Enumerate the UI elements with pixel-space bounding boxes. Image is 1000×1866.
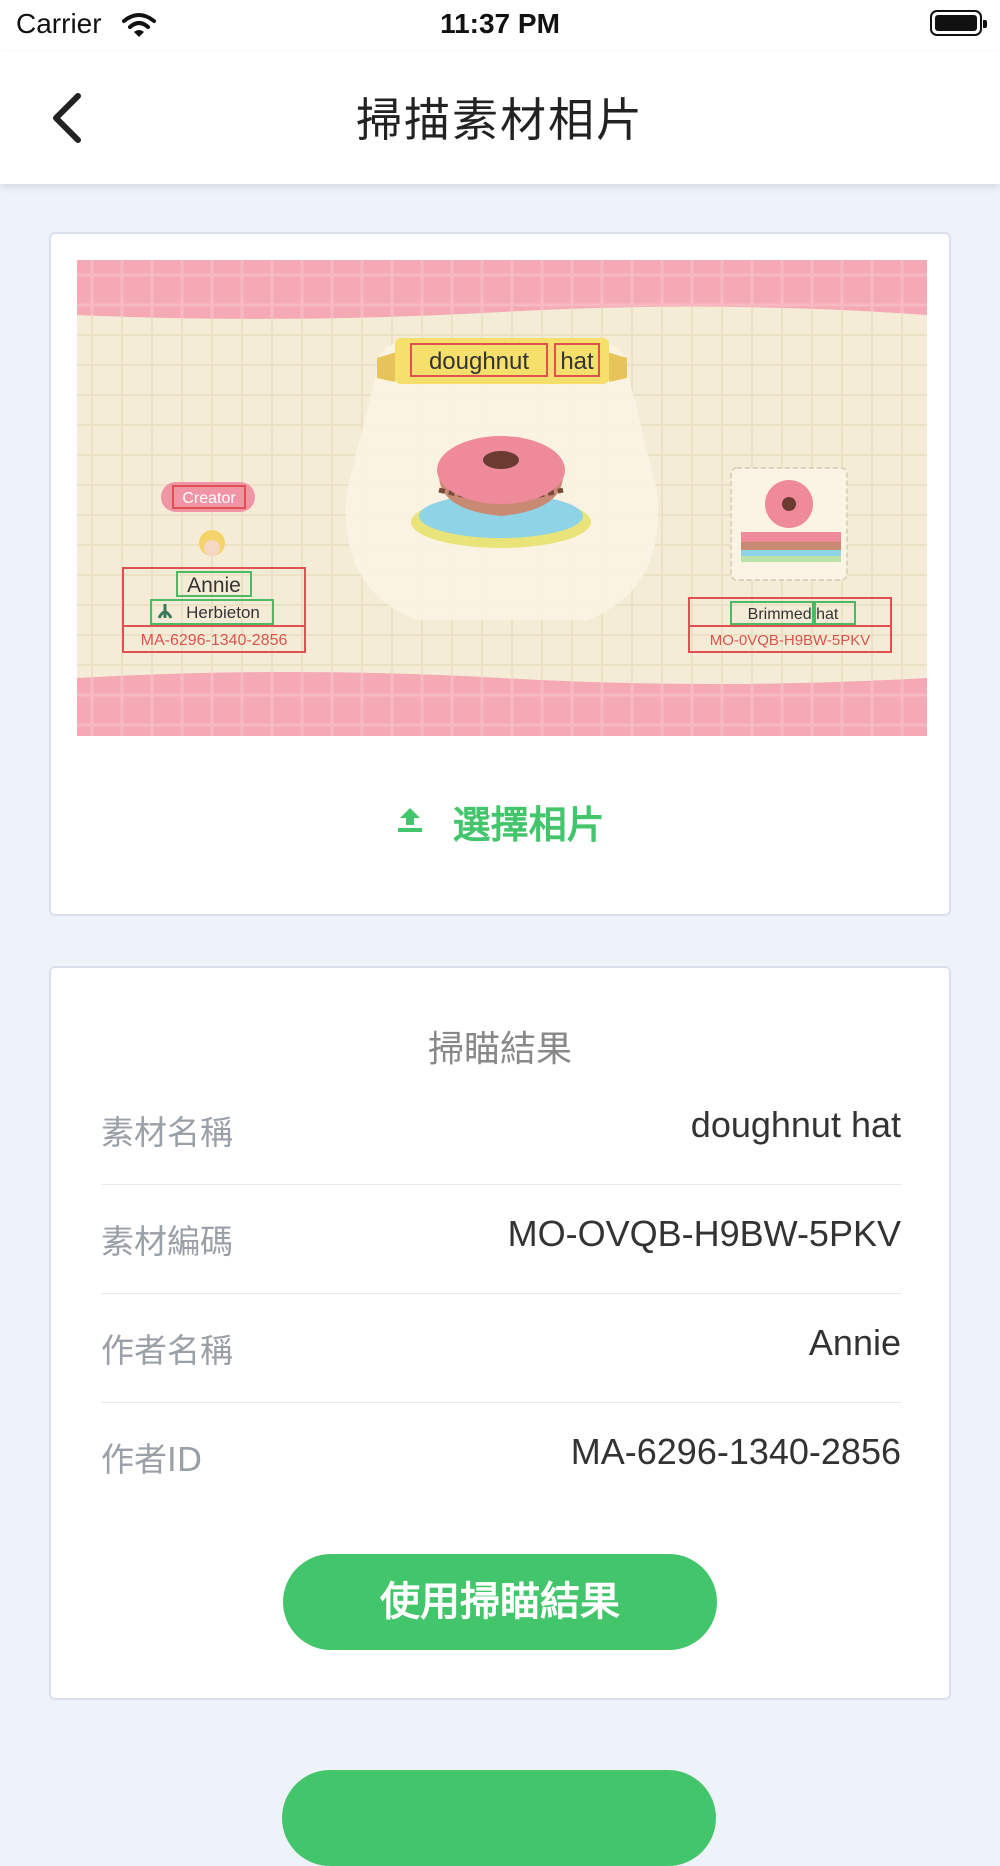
result-title: 掃瞄結果 [427,1029,572,1070]
result-key: 素材編碼 [101,1222,233,1261]
result-value: MA-6296-1340-2856 [570,1431,901,1472]
photo-creator-name: Annie [187,574,241,597]
page-title: 掃描素材相片 [356,93,644,147]
result-value: Annie [808,1322,901,1363]
upload-icon [395,800,425,844]
photo-item-name-word1: doughnut [429,348,529,375]
result-row-creator-id: 作者ID MA-6296-1340-2856 [101,1403,901,1511]
status-time: 11:37 PM [440,8,560,39]
result-list: 素材名稱 doughnut hat 素材編碼 MO-OVQB-H9BW-5PKV… [101,1076,901,1511]
status-bar: Carrier 11:37 PM [0,0,1000,52]
photo-island-name: Herbieton [186,603,260,622]
result-row-item-name: 素材名稱 doughnut hat [101,1076,901,1185]
choose-photo-button[interactable]: 選擇相片 [51,794,949,849]
result-row-creator-name: 作者名稱 Annie [101,1294,901,1403]
use-scan-result-button[interactable]: 使用掃瞄結果 [283,1554,717,1650]
battery-icon [930,10,987,36]
result-value: MO-OVQB-H9BW-5PKV [507,1213,901,1254]
bottom-action-button[interactable] [282,1770,716,1866]
navigation-bar: 掃描素材相片 [0,52,1000,184]
choose-photo-label: 選擇相片 [452,803,605,847]
scanned-photo: doughnut hat Creator Annie Herbieton MA-… [77,260,927,736]
photo-card: doughnut hat Creator Annie Herbieton MA-… [49,232,951,916]
scan-result-card: 掃瞄結果 素材名稱 doughnut hat 素材編碼 MO-OVQB-H9BW… [49,966,951,1700]
result-value: doughnut hat [690,1104,901,1145]
photo-item-type: Brimmed hat [748,606,839,623]
result-key: 作者名稱 [101,1331,233,1370]
result-row-item-code: 素材編碼 MO-OVQB-H9BW-5PKV [101,1185,901,1294]
result-key: 作者ID [101,1440,203,1479]
photo-creator-badge: Creator [182,490,236,507]
photo-creator-id: MA-6296-1340-2856 [141,632,288,649]
photo-item-name-word2: hat [560,348,594,375]
result-key: 素材名稱 [101,1113,233,1152]
photo-item-code: MO-0VQB-H9BW-5PKV [710,632,871,649]
